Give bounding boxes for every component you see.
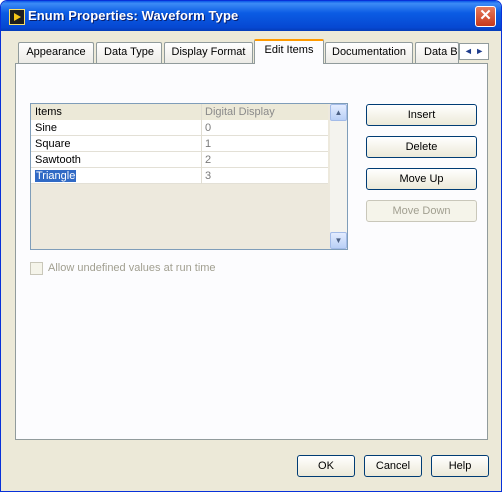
labview-app-icon xyxy=(9,9,25,25)
move-up-button[interactable]: Move Up xyxy=(366,168,477,190)
help-button[interactable]: Help xyxy=(431,455,489,477)
tab-display-format[interactable]: Display Format xyxy=(164,42,253,63)
header-items: Items xyxy=(35,106,62,118)
tab-appearance[interactable]: Appearance xyxy=(18,42,94,63)
dialog-window: Enum Properties: Waveform Type ✕ Appeara… xyxy=(0,0,502,492)
table-row[interactable]: Square 1 xyxy=(31,136,328,152)
tab-edit-items[interactable]: Edit Items xyxy=(254,39,324,64)
delete-button[interactable]: Delete xyxy=(366,136,477,158)
insert-button[interactable]: Insert xyxy=(366,104,477,126)
table-row[interactable]: Sine 0 xyxy=(31,120,328,136)
vertical-scrollbar[interactable]: ▲ ▼ xyxy=(330,104,347,249)
item-name[interactable]: Sine xyxy=(35,122,57,134)
close-button[interactable]: ✕ xyxy=(475,6,496,27)
item-value[interactable]: 1 xyxy=(205,138,211,150)
item-value[interactable]: 0 xyxy=(205,122,211,134)
scroll-down-icon[interactable]: ▼ xyxy=(330,232,347,249)
move-down-button[interactable]: Move Down xyxy=(366,200,477,222)
column-divider xyxy=(201,104,202,184)
item-value[interactable]: 2 xyxy=(205,154,211,166)
cancel-button[interactable]: Cancel xyxy=(364,455,422,477)
allow-undefined-label: Allow undefined values at run time xyxy=(48,262,216,274)
allow-undefined-checkbox[interactable] xyxy=(30,262,43,275)
table-row[interactable]: Sawtooth 2 xyxy=(31,152,328,168)
item-name[interactable]: Square xyxy=(35,138,70,150)
table-header: Items Digital Display xyxy=(31,104,328,121)
item-name-selected[interactable]: Triangle xyxy=(35,170,77,182)
tab-scroll-right-icon[interactable]: ► xyxy=(475,46,484,56)
window-title: Enum Properties: Waveform Type xyxy=(28,8,239,23)
ok-button[interactable]: OK xyxy=(297,455,355,477)
table-row-selected[interactable]: Triangle 3 xyxy=(31,168,328,184)
item-name[interactable]: Sawtooth xyxy=(35,154,81,166)
tab-data-type[interactable]: Data Type xyxy=(96,42,162,63)
item-value[interactable]: 3 xyxy=(205,170,211,182)
tab-scroll-control[interactable]: ◄ ► xyxy=(459,43,489,60)
tab-scroll-left-icon[interactable]: ◄ xyxy=(464,46,473,56)
tab-data-binding[interactable]: Data Bi xyxy=(415,42,459,63)
tab-documentation[interactable]: Documentation xyxy=(325,42,413,63)
header-digital-display: Digital Display xyxy=(205,106,275,118)
title-bar[interactable]: Enum Properties: Waveform Type ✕ xyxy=(1,1,501,31)
scroll-up-icon[interactable]: ▲ xyxy=(330,104,347,121)
items-table[interactable]: Items Digital Display Sine 0 Square 1 Sa… xyxy=(30,103,348,250)
